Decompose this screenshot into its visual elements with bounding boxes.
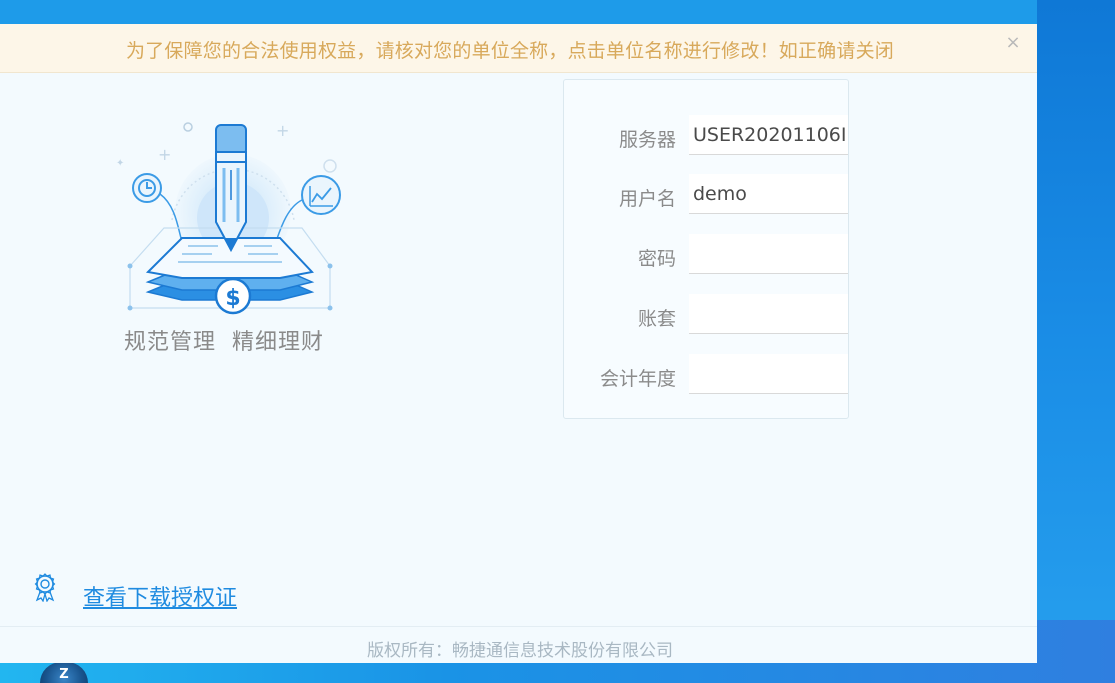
copyright-text: 版权所有：畅捷通信息技术股份有限公司 [367,641,673,661]
fiscal-year-label: 会计年度 [599,368,676,390]
footer-divider [0,626,1037,627]
password-input[interactable] [689,234,848,274]
illustration-tagline: 规范管理 精细理财 [124,324,384,356]
tagline-left: 规范管理 [124,330,217,355]
account-set-select[interactable] [689,294,848,334]
tagline-right: 精细理财 [232,330,325,355]
svg-text:$: $ [225,286,240,311]
fiscal-year-row: 会计年度 [564,354,848,394]
app-icon-glyph: Z [59,667,69,682]
server-label: 服务器 [618,129,676,151]
svg-text:✦: ✦ [116,158,124,169]
svg-text:+: + [158,145,171,164]
account-set-label: 账套 [637,308,676,330]
license-link-area[interactable]: 查看下载授权证 [32,572,292,612]
notice-text: 为了保障您的合法使用权益，请核对您的单位全称，点击单位名称进行修改！如正确请关闭 [125,40,894,62]
username-row: 用户名 [564,174,848,214]
certificate-icon [34,573,56,602]
login-window: 为了保障您的合法使用权益，请核对您的单位全称，点击单位名称进行修改！如正确请关闭… [0,0,1037,663]
username-input[interactable] [689,174,848,214]
password-row: 密码 [564,234,848,274]
server-input[interactable] [689,115,848,155]
login-form-panel: 服务器 用户名 密码 账套 会计年度 [563,79,849,419]
svg-text:+: + [276,121,289,140]
window-titlebar[interactable] [0,0,1037,24]
fiscal-year-select[interactable] [689,354,848,394]
view-license-link[interactable]: 查看下载授权证 [83,580,237,612]
account-set-row: 账套 [564,294,848,334]
notice-close-icon[interactable]: × [1003,32,1023,54]
username-label: 用户名 [618,188,676,210]
company-name-notice: 为了保障您的合法使用权益，请核对您的单位全称，点击单位名称进行修改！如正确请关闭… [0,24,1037,73]
password-label: 密码 [637,248,676,270]
server-row: 服务器 [564,115,848,155]
